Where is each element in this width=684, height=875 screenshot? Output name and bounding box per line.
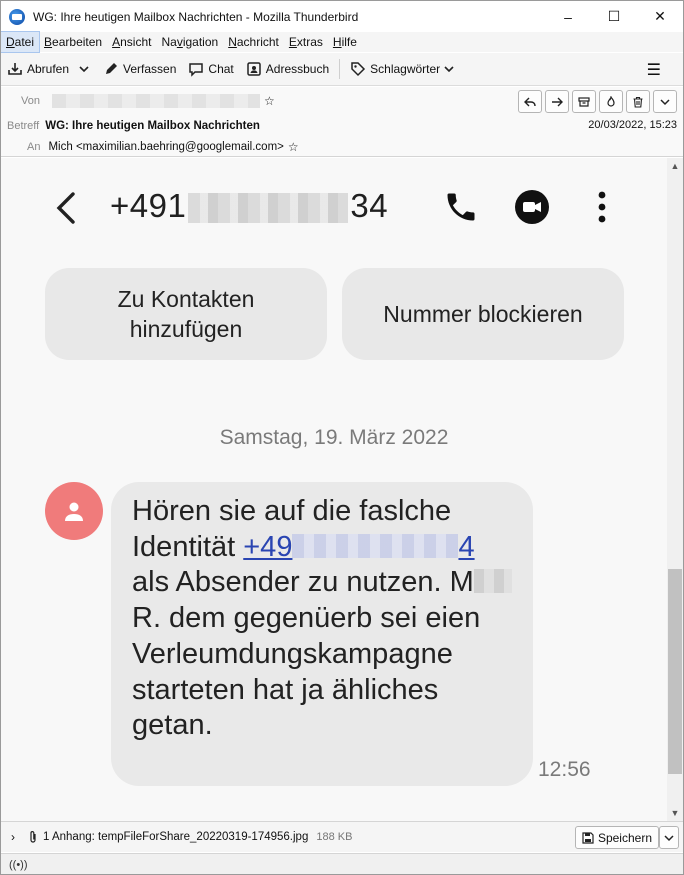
message-time: 12:56 [538,758,591,781]
tags-button[interactable]: Schlagwörter [344,56,460,82]
forward-icon [552,97,563,106]
header-actions [518,90,677,113]
subject-row: Betreff WG: Ihre heutigen Mailbox Nachri… [7,116,260,136]
chevron-down-icon [79,66,89,73]
subject-value: WG: Ihre heutigen Mailbox Nachrichten [45,120,260,132]
star-icon[interactable]: ☆ [288,140,299,154]
more-options-icon [598,191,606,223]
menu-bar: Datei Bearbeiten Ansicht Navigation Nach… [1,31,683,53]
scroll-down-arrow[interactable]: ▼ [667,805,683,821]
junk-button[interactable] [599,90,623,113]
tag-icon [351,62,366,77]
chevron-down-icon [660,98,670,105]
attachment-label[interactable]: 1 Anhang: tempFileForShare_20220319-1749… [43,831,308,843]
window-title: WG: Ihre heutigen Mailbox Nachrichten - … [33,9,359,24]
message-header: Von ☆ Betreff WG: Ihre heutigen Mailbox … [1,87,683,157]
menu-nachricht[interactable]: Nachricht [223,32,284,52]
add-to-contacts-button: Zu Kontakten hinzufügen [45,268,327,360]
title-bar: WG: Ihre heutigen Mailbox Nachrichten - … [1,1,683,32]
archive-button[interactable] [572,90,596,113]
reply-button[interactable] [518,90,542,113]
attachment-expand-toggle[interactable]: › [3,830,23,844]
sender-phone-number: +491 34 [110,187,389,224]
sms-app-header: +491 34 [1,158,667,254]
recipient-value[interactable]: Mich <maximilian.baehring@googlemail.com… [48,141,283,153]
save-dropdown-button[interactable] [659,826,679,849]
chat-bubble-icon [189,63,204,77]
menu-datei[interactable]: Datei [1,31,41,53]
archive-icon [578,96,590,107]
to-label: An [27,141,41,153]
maximize-button[interactable]: ☐ [591,1,637,32]
attachment-size: 188 KB [316,831,353,843]
close-button[interactable]: ✕ [637,1,683,32]
name-redacted [473,569,512,594]
toolbar-separator [339,59,341,79]
window-controls: – ☐ ✕ [545,1,683,32]
star-icon[interactable]: ☆ [264,94,275,108]
main-toolbar: Abrufen Verfassen Chat Adressbuch Schlag… [1,53,683,86]
scroll-thumb[interactable] [668,569,682,774]
contact-avatar [45,482,103,540]
menu-ansicht[interactable]: Ansicht [107,32,156,52]
thunderbird-app-icon [9,8,25,25]
sms-message-bubble: Hören sie auf die faslche Identität +49 4… [111,482,533,786]
subject-label: Betreff [7,120,40,132]
chevron-down-icon [664,834,674,841]
menu-navigation[interactable]: Navigation [156,32,223,52]
menu-extras[interactable]: Extras [284,32,328,52]
app-menu-button[interactable]: ☰ [641,60,667,80]
sender-redacted [51,94,260,108]
download-icon [8,63,22,75]
message-date: 20/03/2022, 15:23 [588,119,677,131]
online-status-icon[interactable]: ((•)) [9,859,28,871]
back-arrow-icon [56,192,75,224]
paperclip-icon [30,831,36,843]
from-label: Von [21,95,40,107]
message-body: +491 34 Zu Kontakten hinzufügen Nummer blo… [1,158,667,821]
menu-hilfe[interactable]: Hilfe [328,32,362,52]
chat-button[interactable]: Chat [182,56,239,82]
block-number-button: Nummer blockieren [342,268,624,360]
trash-icon [633,96,643,108]
save-disk-icon [582,831,594,844]
status-bar: ((•)) [1,853,683,874]
forward-button[interactable] [545,90,569,113]
thunderbird-window: WG: Ihre heutigen Mailbox Nachrichten - … [0,0,684,875]
person-icon [65,502,83,521]
save-attachment-button[interactable]: Speichern [574,826,659,849]
get-mail-dropdown[interactable] [75,56,97,82]
phone-link: +49 4 [243,530,475,563]
scroll-up-arrow[interactable]: ▲ [667,158,683,174]
phone-redacted [188,193,349,224]
get-mail-button[interactable]: Abrufen [1,56,75,82]
link-redacted [292,533,459,558]
from-row: Von ☆ [21,91,275,111]
video-call-icon [515,190,549,224]
minimize-button[interactable]: – [545,1,591,32]
date-separator: Samstag, 19. März 2022 [219,426,449,449]
flame-icon [607,95,615,107]
address-book-icon [247,62,261,76]
pencil-icon [106,63,118,74]
message-scrollbar[interactable]: ▲ ▼ [667,158,683,821]
address-book-button[interactable]: Adressbuch [240,56,335,82]
more-actions-button[interactable] [653,90,677,113]
compose-button[interactable]: Verfassen [97,56,182,82]
phone-call-icon [447,193,475,221]
menu-bearbeiten[interactable]: Bearbeiten [39,32,107,52]
reply-icon [524,97,536,106]
attachment-bar: › 1 Anhang: tempFileForShare_20220319-17… [1,821,683,852]
delete-button[interactable] [626,90,650,113]
chevron-down-icon [444,66,454,73]
to-row: An Mich <maximilian.baehring@googlemail.… [27,137,299,157]
